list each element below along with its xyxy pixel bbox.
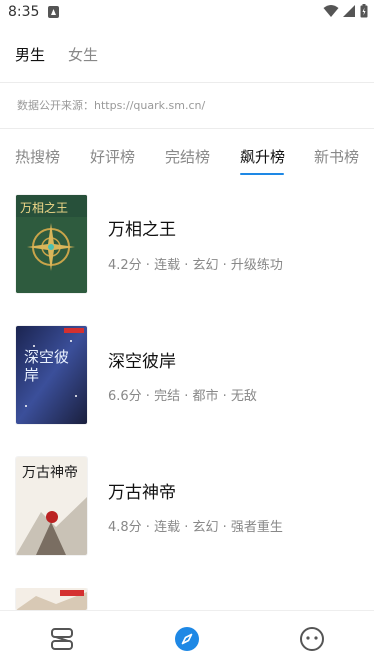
bookshelf-icon[interactable] xyxy=(48,625,76,653)
book-cover: 万古神帝 xyxy=(16,457,87,555)
book-list-item[interactable]: 万相之王 万相之王 4.2分 · 连载 · 玄幻 · 升级练功 xyxy=(0,195,374,295)
divider xyxy=(0,128,374,129)
book-cover xyxy=(16,588,87,610)
book-meta: 4.2分 · 连载 · 玄幻 · 升级练功 xyxy=(108,258,283,273)
cover-title: 万古神帝 xyxy=(22,465,78,481)
book-meta: 6.6分 · 完结 · 都市 · 无敌 xyxy=(108,389,257,404)
gender-tabs: 男生 女生 xyxy=(0,40,374,70)
book-title: 万古神帝 xyxy=(108,483,176,503)
ranking-tabs: 热搜榜 好评榜 完结榜 飙升榜 新书榜 xyxy=(0,140,374,180)
data-source-text: 数据公开来源：https://quark.sm.cn/ xyxy=(17,99,206,112)
profile-face-icon[interactable] xyxy=(298,625,326,653)
book-list-item[interactable] xyxy=(0,588,374,610)
book-list-item[interactable]: 深空彼岸 深空彼岸 6.6分 · 完结 · 都市 · 无敌 xyxy=(0,326,374,426)
wifi-icon xyxy=(323,5,339,17)
book-title: 万相之王 xyxy=(108,220,176,240)
divider xyxy=(0,82,374,83)
book-cover: 深空彼岸 xyxy=(16,326,87,424)
tab-top-rated[interactable]: 好评榜 xyxy=(90,146,135,167)
status-icons xyxy=(323,4,368,18)
book-list-item[interactable]: 万古神帝 万古神帝 4.8分 · 连载 · 玄幻 · 强者重生 xyxy=(0,457,374,557)
tab-new-books[interactable]: 新书榜 xyxy=(314,146,359,167)
tab-female[interactable]: 女生 xyxy=(68,44,98,65)
cover-title: 深空彼岸 xyxy=(24,348,70,384)
status-bar: 8:35 xyxy=(0,0,374,26)
notification-icon xyxy=(48,6,59,18)
book-cover: 万相之王 xyxy=(16,195,87,293)
battery-icon xyxy=(360,4,368,18)
tab-hot-search[interactable]: 热搜榜 xyxy=(15,146,60,167)
tab-male[interactable]: 男生 xyxy=(15,44,45,65)
book-title: 深空彼岸 xyxy=(108,352,176,372)
discover-compass-icon[interactable] xyxy=(173,625,201,653)
bottom-navigation xyxy=(0,610,374,664)
tab-rising[interactable]: 飙升榜 xyxy=(240,146,285,167)
active-tab-indicator xyxy=(240,173,284,175)
book-meta: 4.8分 · 连载 · 玄幻 · 强者重生 xyxy=(108,520,283,535)
signal-icon xyxy=(343,5,355,17)
cover-title: 万相之王 xyxy=(20,201,69,215)
tab-completed[interactable]: 完结榜 xyxy=(165,146,210,167)
status-time: 8:35 xyxy=(8,4,40,20)
